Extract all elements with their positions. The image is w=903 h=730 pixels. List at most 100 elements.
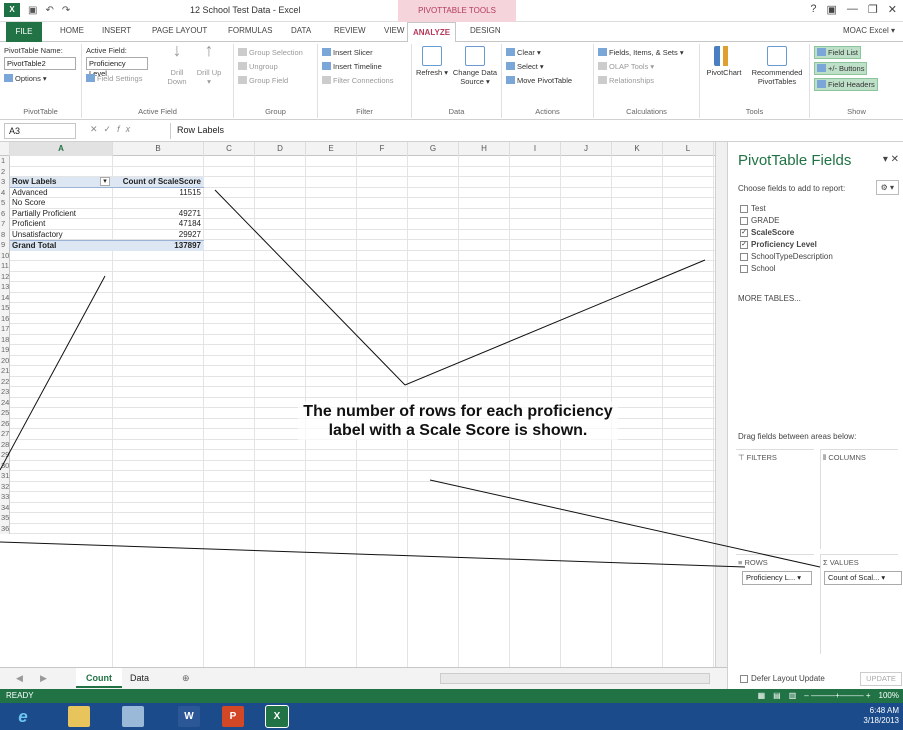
column-header[interactable]: C <box>204 142 255 156</box>
field-headers-toggle[interactable]: Field Headers <box>814 78 878 91</box>
row-header[interactable]: 5 <box>0 198 10 209</box>
help-icon[interactable]: ? <box>810 3 816 16</box>
ungroup-button[interactable]: Ungroup <box>238 62 278 71</box>
column-header[interactable]: D <box>255 142 306 156</box>
cancel-icon[interactable]: ✕ <box>90 124 104 134</box>
pivot-row-value[interactable] <box>113 198 204 209</box>
olap-tools-button[interactable]: OLAP Tools ▾ <box>598 62 654 71</box>
tab-insert[interactable]: INSERT <box>102 26 131 35</box>
row-header[interactable]: 29 <box>0 450 10 461</box>
row-header[interactable]: 12 <box>0 271 10 282</box>
group-field-button[interactable]: Group Field <box>238 76 288 85</box>
field-list-toggle[interactable]: Field List <box>814 46 862 59</box>
field-item[interactable]: ✓ ScaleScore <box>740 228 794 237</box>
pivot-row-label[interactable]: No Score <box>10 198 113 209</box>
pivottable-name-input[interactable]: PivotTable2 <box>4 57 76 70</box>
row-header[interactable]: 32 <box>0 481 10 492</box>
row-header[interactable]: 33 <box>0 492 10 503</box>
filter-connections-button[interactable]: Filter Connections <box>322 76 393 85</box>
row-header[interactable]: 30 <box>0 460 10 471</box>
row-header[interactable]: 2 <box>0 166 10 177</box>
fields-items-sets-button[interactable]: Fields, Items, & Sets ▾ <box>598 48 684 57</box>
row-header[interactable]: 28 <box>0 439 10 450</box>
tab-formulas[interactable]: FORMULAS <box>228 26 272 35</box>
row-header[interactable]: 27 <box>0 429 10 440</box>
field-item[interactable]: GRADE <box>740 216 779 225</box>
enter-icon[interactable]: ✓ <box>104 124 118 134</box>
insert-timeline-button[interactable]: Insert Timeline <box>322 62 382 71</box>
column-header[interactable]: J <box>561 142 612 156</box>
column-header[interactable]: F <box>357 142 408 156</box>
row-header[interactable]: 25 <box>0 408 10 419</box>
column-header[interactable]: K <box>612 142 663 156</box>
pivot-row-value[interactable]: 47184 <box>113 219 204 230</box>
row-header[interactable]: 7 <box>0 219 10 230</box>
row-header[interactable]: 13 <box>0 282 10 293</box>
column-header[interactable]: I <box>510 142 561 156</box>
close-button[interactable]: ✕ <box>888 3 897 16</box>
row-header[interactable]: 23 <box>0 387 10 398</box>
new-sheet-icon[interactable]: ⊕ <box>172 668 200 688</box>
row-header[interactable]: 16 <box>0 313 10 324</box>
row-header[interactable]: 35 <box>0 513 10 524</box>
field-item[interactable]: Test <box>740 204 766 213</box>
checkbox-icon[interactable] <box>740 216 748 225</box>
row-header[interactable]: 6 <box>0 208 10 219</box>
column-header[interactable]: B <box>113 142 204 156</box>
field-item[interactable]: School <box>740 264 775 273</box>
field-settings-button[interactable]: Field Settings <box>86 74 142 83</box>
row-header[interactable]: 11 <box>0 261 10 272</box>
zoom-level[interactable]: 100% <box>879 689 899 703</box>
tab-review[interactable]: REVIEW <box>334 26 366 35</box>
field-item[interactable]: SchoolTypeDescription <box>740 252 833 261</box>
pivot-grand-total-label[interactable]: Grand Total <box>10 240 113 251</box>
row-labels-filter-dropdown-icon[interactable]: ▾ <box>100 177 110 186</box>
column-header[interactable]: G <box>408 142 459 156</box>
insert-slicer-button[interactable]: Insert Slicer <box>322 48 373 57</box>
pivot-grand-total-value[interactable]: 137897 <box>113 240 204 251</box>
tab-design[interactable]: DESIGN <box>470 26 501 35</box>
active-field-input[interactable]: Proficiency Level <box>86 57 148 78</box>
internet-explorer-icon[interactable]: e <box>12 706 34 727</box>
row-header[interactable]: 1 <box>0 156 10 167</box>
row-header[interactable]: 19 <box>0 345 10 356</box>
function-icon[interactable]: fx <box>117 124 136 134</box>
tab-view[interactable]: VIEW <box>384 26 404 35</box>
checkbox-icon[interactable] <box>740 252 748 261</box>
undo-icon[interactable]: ↶ <box>45 5 53 16</box>
row-header[interactable]: 31 <box>0 471 10 482</box>
formula-input[interactable]: Row Labels <box>170 123 690 139</box>
zoom-slider[interactable]: – ———+——— + <box>804 689 870 703</box>
ribbon-display-icon[interactable]: ▣ <box>827 3 837 16</box>
save-icon[interactable]: ▣ <box>28 5 37 16</box>
filters-area[interactable]: ⊤ FILTERS <box>736 449 814 549</box>
plus-minus-buttons-toggle[interactable]: +/- Buttons <box>814 62 868 75</box>
checkbox-icon[interactable] <box>740 204 748 213</box>
sheet-tab-count[interactable]: Count <box>76 668 122 688</box>
row-header[interactable]: 15 <box>0 303 10 314</box>
recommended-pivottables-button[interactable]: Recommended PivotTables <box>748 46 806 86</box>
columns-area[interactable]: ⦀ COLUMNS <box>820 449 898 549</box>
defer-layout-checkbox[interactable]: Defer Layout Update <box>740 674 825 683</box>
column-header[interactable]: A <box>10 142 113 156</box>
checked-checkbox-icon[interactable]: ✓ <box>740 228 748 237</box>
redo-icon[interactable]: ↷ <box>62 5 70 16</box>
row-header[interactable]: 36 <box>0 523 10 534</box>
scroll-tabs-left-icon[interactable]: ◀ <box>6 668 33 688</box>
pivot-row-label[interactable]: Advanced <box>10 188 113 199</box>
page-layout-view-icon[interactable]: ▤ <box>773 689 781 703</box>
powerpoint-icon[interactable]: P <box>222 706 244 727</box>
row-header[interactable]: 8 <box>0 229 10 240</box>
row-header[interactable]: 34 <box>0 502 10 513</box>
values-field-chip[interactable]: Count of Scal... ▾ <box>824 571 902 585</box>
sheet-tab-data[interactable]: Data <box>120 668 159 688</box>
page-break-view-icon[interactable]: ▥ <box>789 689 797 703</box>
restore-button[interactable]: ❐ <box>868 3 878 16</box>
pivot-row-value[interactable]: 11515 <box>113 188 204 199</box>
more-tables-link[interactable]: MORE TABLES... <box>738 294 801 303</box>
refresh-button[interactable]: Refresh ▾ <box>414 46 450 77</box>
pivot-row-label[interactable]: Partially Proficient <box>10 209 113 220</box>
row-header[interactable]: 4 <box>0 187 10 198</box>
row-header[interactable]: 22 <box>0 376 10 387</box>
pivot-row-label[interactable]: Unsatisfactory <box>10 230 113 241</box>
